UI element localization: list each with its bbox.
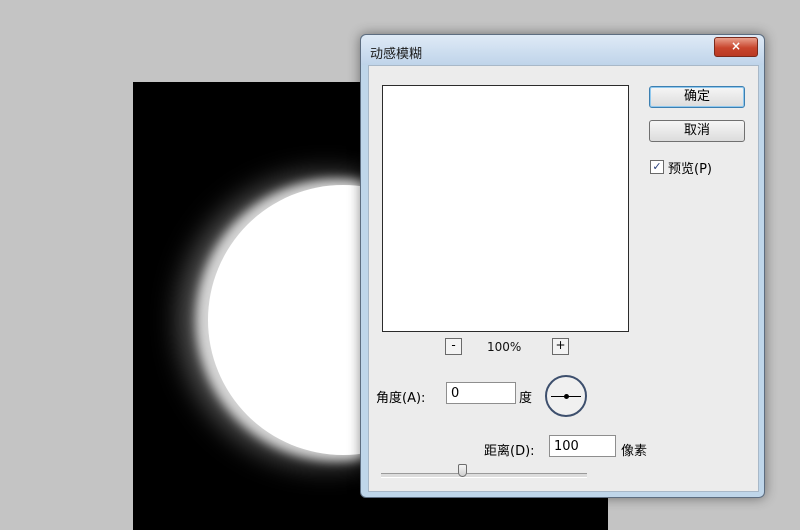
distance-unit: 像素 xyxy=(621,444,648,459)
dialog-title: 动感模糊 xyxy=(370,47,423,62)
distance-slider-thumb[interactable] xyxy=(458,464,467,477)
zoom-level: 100% xyxy=(487,340,522,354)
preview-checkbox-label[interactable]: 预览(P) xyxy=(668,158,712,177)
angle-unit: 度 xyxy=(519,391,533,406)
dialog-titlebar[interactable]: 动感模糊 × xyxy=(361,35,764,65)
angle-dial-center xyxy=(564,394,569,399)
distance-slider-track[interactable] xyxy=(381,473,587,478)
angle-input[interactable]: 0 xyxy=(446,382,516,404)
angle-dial[interactable] xyxy=(545,375,587,417)
dialog-body: - 100% + 确定 取消 ✓ 预览(P) 角度(A): 0 度 距离(D):… xyxy=(368,65,759,492)
angle-label: 角度(A): xyxy=(376,391,426,406)
preview-checkbox[interactable]: ✓ xyxy=(650,160,664,174)
cancel-button[interactable]: 取消 xyxy=(649,120,745,142)
close-icon[interactable]: × xyxy=(714,37,758,57)
distance-input[interactable]: 100 xyxy=(549,435,616,457)
zoom-in-button[interactable]: + xyxy=(552,338,569,355)
ok-button[interactable]: 确定 xyxy=(649,86,745,108)
blur-preview[interactable] xyxy=(382,85,629,332)
distance-label: 距离(D): xyxy=(484,444,535,459)
zoom-out-button[interactable]: - xyxy=(445,338,462,355)
motion-blur-dialog: 动感模糊 × - 100% + 确定 取消 ✓ 预览(P) 角度(A): 0 度… xyxy=(360,34,765,498)
